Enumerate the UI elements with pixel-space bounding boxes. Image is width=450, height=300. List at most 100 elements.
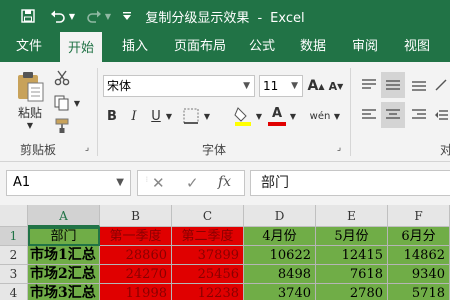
cell-c4[interactable]: 12238: [172, 284, 244, 300]
grow-font-glyph: A: [307, 78, 319, 94]
tab-formulas[interactable]: 公式: [241, 32, 283, 62]
font-color-icon[interactable]: A: [266, 104, 288, 128]
shrink-font-icon[interactable]: A ▼: [327, 75, 345, 97]
cut-icon[interactable]: [52, 68, 72, 88]
column-header-b[interactable]: B: [100, 205, 172, 227]
cell-b2[interactable]: 28860: [100, 246, 172, 265]
italic-button[interactable]: I: [126, 106, 142, 126]
tab-review[interactable]: 审阅: [344, 32, 386, 62]
cell-f2[interactable]: 14862: [388, 246, 450, 265]
fill-color-icon[interactable]: [232, 104, 254, 128]
cell-e2[interactable]: 12415: [316, 246, 388, 265]
name-box-value: A1: [13, 175, 31, 190]
app-name: Excel: [270, 11, 305, 26]
decrease-indent-icon[interactable]: [432, 104, 450, 126]
cell-e3[interactable]: 7618: [316, 265, 388, 284]
title-bar: ▼ ▼ 复制分级显示效果 - Excel: [0, 0, 450, 32]
column-header-a[interactable]: A: [28, 205, 100, 227]
cell-b4[interactable]: 11998: [100, 284, 172, 300]
cell-c1[interactable]: 第二季度: [172, 227, 244, 246]
phonetic-guide-button[interactable]: wén: [308, 106, 332, 126]
cell-e4[interactable]: 2780: [316, 284, 388, 300]
row-header-3[interactable]: 3: [0, 265, 28, 284]
font-size-dropdown-icon: ▼: [291, 81, 298, 91]
font-group-label: 字体: [202, 143, 227, 157]
clipboard-launcher-icon[interactable]: ⌟: [82, 142, 92, 154]
grow-font-icon[interactable]: A ▲: [307, 75, 325, 97]
alignment-group-label: 对: [440, 143, 450, 157]
column-header-f[interactable]: F: [388, 205, 450, 227]
cell-d2[interactable]: 10622: [244, 246, 316, 265]
copy-icon[interactable]: [52, 93, 72, 113]
font-launcher-icon[interactable]: ⌟: [334, 142, 344, 154]
tab-insert[interactable]: 插入: [114, 32, 156, 62]
column-header-d[interactable]: D: [244, 205, 316, 227]
align-middle-icon[interactable]: [381, 72, 405, 98]
align-left-icon[interactable]: [358, 104, 380, 126]
spreadsheet-grid: A B C D E F 1 2 3 4 部门 第一季度 第二季度 4月份 5月份…: [0, 205, 450, 300]
paste-button[interactable]: 粘贴: [10, 104, 50, 120]
cell-c3[interactable]: 25456: [172, 265, 244, 284]
tab-view[interactable]: 视图: [396, 32, 438, 62]
orientation-icon[interactable]: [432, 74, 450, 96]
formula-bar-grip-icon: ⋮: [144, 176, 150, 183]
underline-dropdown-icon[interactable]: ▼: [164, 109, 174, 123]
font-name-select[interactable]: 宋体 ▼: [103, 75, 255, 97]
underline-button[interactable]: U: [148, 106, 164, 126]
borders-dropdown-icon[interactable]: ▼: [202, 109, 212, 123]
ribbon: 粘贴 ▼ ▼ 剪贴板 ⌟ 宋体 ▼ 11 ▼ A ▲ A ▼ B I U ▼ ▼ ▼ A…: [0, 62, 450, 162]
borders-icon[interactable]: [180, 106, 202, 126]
shrink-font-glyph: A: [328, 79, 338, 93]
row-header-4[interactable]: 4: [0, 284, 28, 300]
row-header-2[interactable]: 2: [0, 246, 28, 265]
cell-d4[interactable]: 3740: [244, 284, 316, 300]
group-divider: [97, 68, 98, 156]
align-center-icon[interactable]: [381, 102, 405, 128]
name-box[interactable]: A1 ▼: [6, 170, 131, 196]
font-name-dropdown-icon: ▼: [243, 81, 250, 91]
cell-f3[interactable]: 9340: [388, 265, 450, 284]
format-painter-icon[interactable]: [52, 116, 72, 136]
align-top-icon[interactable]: [358, 74, 380, 96]
paste-icon[interactable]: [10, 70, 50, 104]
bold-button[interactable]: B: [104, 106, 120, 126]
select-all-corner[interactable]: [0, 205, 28, 227]
enter-icon[interactable]: ✓: [186, 174, 199, 192]
column-header-e[interactable]: E: [316, 205, 388, 227]
cell-c2[interactable]: 37899: [172, 246, 244, 265]
tab-page-layout[interactable]: 页面布局: [166, 32, 234, 62]
formula-input[interactable]: 部门: [250, 170, 450, 196]
phonetic-dropdown-icon[interactable]: ▼: [332, 109, 342, 123]
insert-function-icon[interactable]: fx: [218, 174, 231, 190]
formula-bar: A1 ▼ ⋮ ✕ ✓ fx 部门: [0, 163, 450, 205]
row-header-1[interactable]: 1: [0, 227, 28, 246]
cell-a2[interactable]: 市场1汇总: [28, 246, 100, 265]
font-color-dropdown-icon[interactable]: ▼: [288, 109, 298, 123]
tab-file[interactable]: 文件: [8, 32, 50, 62]
cell-b1[interactable]: 第一季度: [100, 227, 172, 246]
font-size-select[interactable]: 11 ▼: [259, 75, 303, 97]
column-header-c[interactable]: C: [172, 205, 244, 227]
cell-f4[interactable]: 5718: [388, 284, 450, 300]
clipboard-group-label: 剪贴板: [20, 143, 57, 157]
align-right-icon[interactable]: [408, 104, 430, 126]
cell-e1[interactable]: 5月份: [316, 227, 388, 246]
window-title: 复制分级显示效果 - Excel: [0, 7, 450, 26]
tab-data[interactable]: 数据: [292, 32, 334, 62]
document-name: 复制分级显示效果: [145, 11, 250, 26]
cell-a3[interactable]: 市场2汇总: [28, 265, 100, 284]
cell-d1[interactable]: 4月份: [244, 227, 316, 246]
cancel-icon[interactable]: ✕: [152, 174, 165, 192]
font-color-glyph: A: [271, 106, 283, 121]
copy-dropdown-icon[interactable]: ▼: [72, 96, 82, 110]
cell-f1[interactable]: 6月分: [388, 227, 450, 246]
paste-dropdown-icon[interactable]: ▼: [22, 120, 38, 130]
name-box-dropdown-icon: ▼: [116, 177, 124, 188]
tab-home[interactable]: 开始: [60, 32, 103, 62]
align-bottom-icon[interactable]: [408, 74, 430, 96]
cell-a4[interactable]: 市场3汇总: [28, 284, 100, 300]
fill-color-dropdown-icon[interactable]: ▼: [254, 109, 264, 123]
cell-b3[interactable]: 24270: [100, 265, 172, 284]
cell-a1[interactable]: 部门: [28, 227, 100, 246]
cell-d3[interactable]: 8498: [244, 265, 316, 284]
